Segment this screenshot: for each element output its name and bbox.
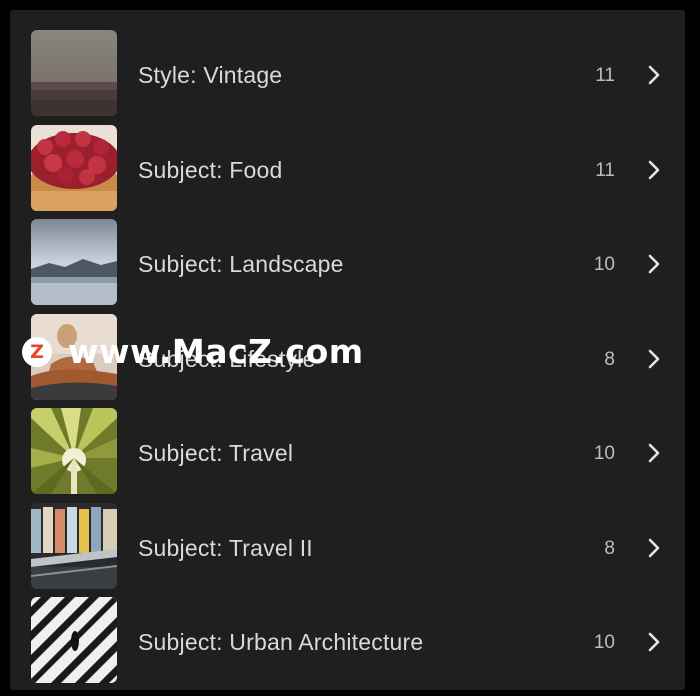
list-item[interactable]: Subject: Food 11 — [10, 115, 685, 211]
preset-count: 10 — [593, 254, 615, 275]
chevron-right-icon[interactable] — [645, 631, 663, 653]
travel-ii-thumbnail — [31, 502, 117, 589]
urban-architecture-thumbnail — [31, 597, 117, 683]
list-item[interactable]: Style: Vintage 11 — [10, 20, 685, 116]
preset-count: 10 — [593, 443, 615, 464]
preset-label: Subject: Travel — [138, 440, 294, 466]
preset-count: 11 — [595, 65, 615, 86]
preset-list: Style: Vintage 11 Subject: Food 11 Subje… — [10, 20, 685, 683]
list-item[interactable]: Subject: Lifestyle 8 — [10, 304, 685, 400]
chevron-right-icon[interactable] — [645, 64, 663, 86]
list-item[interactable]: Subject: Travel 10 — [10, 398, 685, 494]
lifestyle-thumbnail — [31, 313, 117, 400]
preset-list-panel: Style: Vintage 11 Subject: Food 11 Subje… — [10, 10, 685, 690]
preset-label: Subject: Urban Architecture — [138, 629, 424, 655]
preset-label: Style: Vintage — [138, 62, 283, 88]
preset-count: 10 — [593, 632, 615, 653]
preset-label: Subject: Lifestyle — [138, 345, 316, 372]
travel-thumbnail — [31, 408, 117, 494]
preset-count: 8 — [604, 537, 615, 559]
preset-label: Subject: Landscape — [138, 251, 344, 277]
preset-label: Subject: Travel II — [138, 534, 313, 561]
chevron-right-icon[interactable] — [645, 159, 663, 181]
preset-label: Subject: Food — [138, 156, 283, 183]
vintage-thumbnail — [31, 30, 117, 116]
list-item[interactable]: Subject: Urban Architecture 10 — [10, 587, 685, 683]
chevron-right-icon[interactable] — [645, 442, 663, 464]
chevron-right-icon[interactable] — [645, 253, 663, 275]
landscape-thumbnail — [31, 219, 117, 305]
preset-count: 11 — [595, 159, 615, 181]
chevron-right-icon[interactable] — [645, 348, 663, 370]
chevron-right-icon[interactable] — [645, 537, 663, 559]
food-thumbnail — [31, 124, 117, 211]
list-item[interactable]: Subject: Travel II 8 — [10, 493, 685, 589]
preset-count: 8 — [604, 348, 615, 370]
list-item[interactable]: Subject: Landscape 10 — [10, 209, 685, 305]
